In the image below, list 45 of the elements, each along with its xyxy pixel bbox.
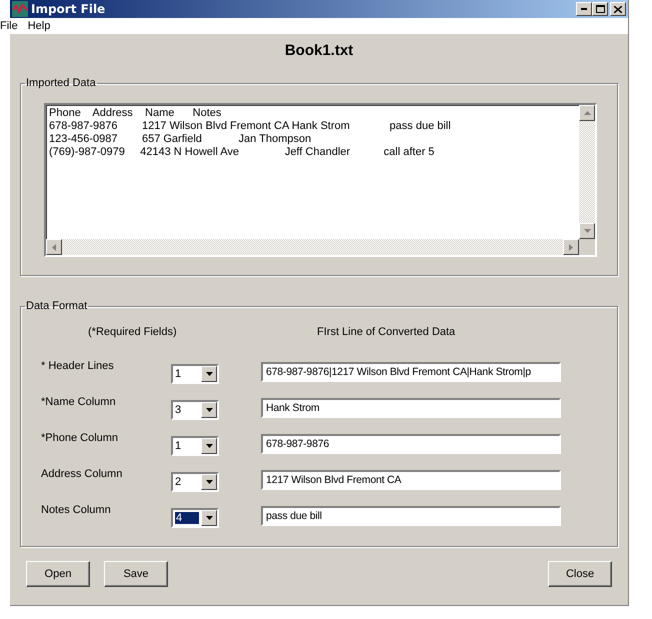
- minimize-button[interactable]: [576, 2, 592, 16]
- column-dropdown[interactable]: 4: [171, 508, 219, 528]
- data-line: (769)-987-0979 42143 N Howell Ave Jeff Chandler call after 5: [49, 146, 436, 159]
- vertical-scrollbar[interactable]: [579, 105, 595, 239]
- preview-field[interactable]: Hank Strom: [261, 398, 561, 418]
- scrollbar-corner: [579, 239, 595, 255]
- menu-item[interactable]: Help: [28, 20, 50, 32]
- field-label: Address Column: [41, 467, 124, 482]
- window-title: Import File: [31, 2, 106, 16]
- column-dropdown[interactable]: 1: [171, 364, 219, 384]
- required-note: (*Required Fields): [87, 326, 178, 338]
- action-button[interactable]: Save: [104, 561, 168, 587]
- column-dropdown[interactable]: 1: [171, 436, 219, 456]
- group-label: Imported Data: [25, 77, 97, 89]
- menu-item[interactable]: File: [0, 20, 18, 32]
- data-line: Phone Address Name Notes: [49, 107, 222, 120]
- horizontal-scrollbar[interactable]: [46, 239, 579, 255]
- column-dropdown[interactable]: 2: [171, 472, 219, 492]
- preview-field[interactable]: 678-987-9876: [261, 434, 561, 454]
- scroll-down-icon[interactable]: [579, 223, 595, 239]
- file-name-heading: Book1.txt: [284, 42, 354, 59]
- maximize-icon: [596, 5, 604, 13]
- field-label: Notes Column: [41, 503, 112, 518]
- column-dropdown[interactable]: 3: [171, 400, 219, 420]
- data-line: 678-987-9876 1217 Wilson Blvd Fremont CA Hank Strom pass due bill: [49, 120, 452, 133]
- minimize-icon: [581, 8, 587, 10]
- maximize-button[interactable]: [592, 2, 608, 16]
- group-label: Data Format: [25, 300, 88, 312]
- field-label: *Phone Column: [41, 431, 120, 446]
- preview-field[interactable]: 678-987-9876|1217 Wilson Blvd Fremont CA|Hank Strom|p: [261, 362, 561, 382]
- scroll-up-icon[interactable]: [579, 105, 595, 121]
- close-dialog-button[interactable]: Close: [548, 561, 612, 587]
- text-area[interactable]: Phone Address Name Notes 678-987-9876 1217 Wilson Blvd Fremont CA Hank Strom pass due bill 123-456-0987 657 Garfield Jan Thompson (769)-987-0979 42143 N Howell Ave Jeff Chandler call after 5: [44, 103, 597, 257]
- field-label: *Name Column: [41, 395, 117, 410]
- scroll-right-icon[interactable]: [563, 239, 579, 255]
- close-icon: [614, 6, 622, 12]
- preview-heading: FIrst Line of Converted Data: [316, 326, 456, 338]
- preview-field[interactable]: pass due bill: [261, 506, 561, 526]
- field-label: * Header Lines: [41, 359, 115, 374]
- scroll-left-icon[interactable]: [46, 239, 62, 255]
- action-button[interactable]: Open: [26, 561, 90, 587]
- preview-field[interactable]: 1217 Wilson Blvd Fremont CA: [261, 470, 561, 490]
- app-icon: [12, 1, 28, 17]
- data-line: 123-456-0987 657 Garfield Jan Thompson: [49, 133, 312, 146]
- close-button[interactable]: [610, 2, 626, 16]
